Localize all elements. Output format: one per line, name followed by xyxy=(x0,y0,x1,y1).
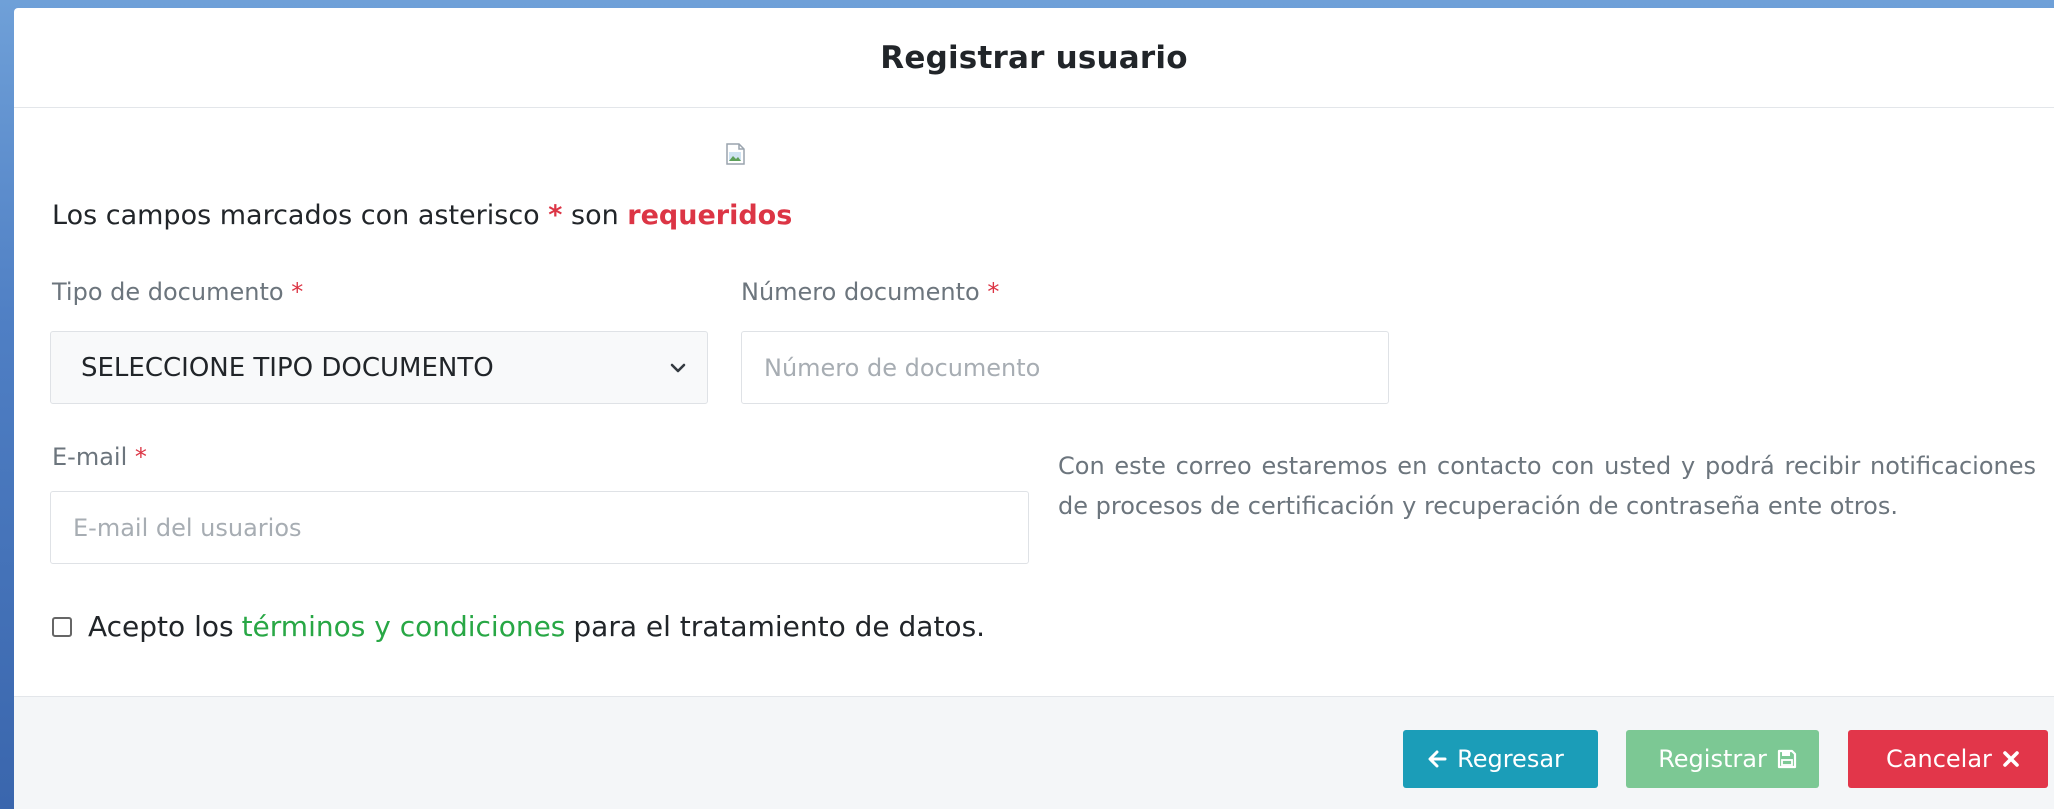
email-input[interactable]: E-mail del usuarios xyxy=(50,491,1029,564)
broken-image-icon xyxy=(725,142,747,166)
back-button[interactable]: Regresar xyxy=(1403,730,1598,788)
modal-footer: Regresar Registrar Cancelar xyxy=(14,696,2054,809)
doc-number-label-text: Número documento xyxy=(741,278,980,306)
register-user-modal: Registrar usuario Los campos marcados co… xyxy=(14,8,2054,809)
email-required-mark: * xyxy=(134,443,147,471)
doc-type-label-text: Tipo de documento xyxy=(52,278,284,306)
terms-link[interactable]: términos y condiciones xyxy=(242,610,566,643)
register-button-label: Registrar xyxy=(1658,745,1767,773)
email-placeholder: E-mail del usuarios xyxy=(73,513,302,542)
register-button[interactable]: Registrar xyxy=(1626,730,1819,788)
email-label: E-mail * xyxy=(52,443,147,471)
notice-middle: son xyxy=(571,200,619,231)
email-help-text: Con este correo estaremos en contacto co… xyxy=(1058,452,2036,520)
doc-type-label: Tipo de documento * xyxy=(52,278,303,306)
chevron-down-icon xyxy=(667,356,689,378)
back-button-label: Regresar xyxy=(1457,745,1564,773)
terms-row: Acepto los términos y condiciones para e… xyxy=(52,610,985,643)
modal-header: Registrar usuario xyxy=(14,8,2054,108)
save-icon xyxy=(1777,749,1797,769)
terms-checkbox[interactable] xyxy=(52,616,72,637)
close-icon xyxy=(2002,750,2020,768)
doc-type-select[interactable]: SELECCIONE TIPO DOCUMENTO xyxy=(50,331,708,404)
cancel-button-label: Cancelar xyxy=(1886,745,1992,773)
notice-asterisk: * xyxy=(548,200,563,231)
modal-title: Registrar usuario xyxy=(880,39,1188,76)
terms-suffix: para el tratamiento de datos. xyxy=(573,610,986,643)
modal-body: Los campos marcados con asterisco * son … xyxy=(14,108,2054,696)
notice-required-word: requeridos xyxy=(627,200,793,231)
doc-number-placeholder: Número de documento xyxy=(764,353,1041,382)
doc-number-required-mark: * xyxy=(987,278,1000,306)
doc-number-label: Número documento * xyxy=(741,278,999,306)
doc-type-required-mark: * xyxy=(291,278,304,306)
terms-prefix: Acepto los xyxy=(88,610,234,643)
cancel-button[interactable]: Cancelar xyxy=(1848,730,2048,788)
arrow-left-icon xyxy=(1427,749,1447,769)
required-fields-notice: Los campos marcados con asterisco * son … xyxy=(52,200,792,231)
notice-prefix: Los campos marcados con asterisco xyxy=(52,200,540,231)
doc-number-input[interactable]: Número de documento xyxy=(741,331,1389,404)
email-label-text: E-mail xyxy=(52,443,128,471)
doc-type-selected-value: SELECCIONE TIPO DOCUMENTO xyxy=(81,352,494,383)
